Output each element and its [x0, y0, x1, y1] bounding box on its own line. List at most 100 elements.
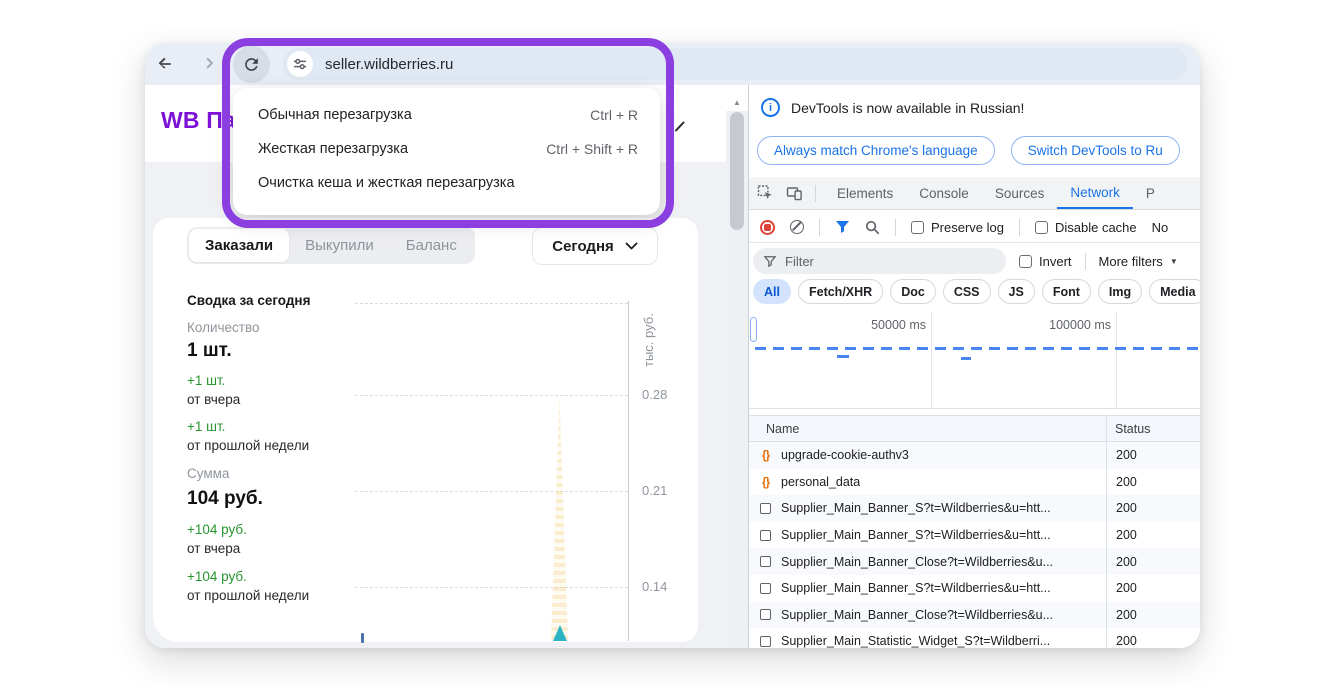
network-filter-row: Filter Invert More filters ▼	[749, 246, 1200, 276]
scrollbar-thumb[interactable]	[730, 112, 744, 230]
quantity-delta-day-caption: от вчера	[187, 392, 240, 407]
url-bar[interactable]: seller.wildberries.ru	[283, 48, 1188, 80]
sum-delta-week-caption: от прошлой недели	[187, 588, 309, 603]
requests-table: {} upgrade-cookie-authv3 200 {} personal…	[749, 442, 1200, 648]
clear-icon[interactable]	[790, 220, 804, 234]
sum-delta-day-caption: от вчера	[187, 541, 240, 556]
column-name[interactable]: Name	[766, 422, 799, 436]
tab-sources[interactable]: Sources	[982, 177, 1058, 209]
search-icon[interactable]	[865, 220, 880, 235]
filter-media[interactable]: Media	[1149, 279, 1200, 304]
gridline	[355, 395, 628, 396]
site-settings-button[interactable]	[287, 51, 313, 77]
browser-toolbar: seller.wildberries.ru	[145, 43, 1200, 85]
request-name: Supplier_Main_Banner_S?t=Wildberries&u=h…	[781, 501, 1051, 515]
requests-table-header: Name Status	[749, 415, 1200, 442]
filter-js[interactable]: JS	[998, 279, 1035, 304]
checkbox[interactable]	[911, 221, 924, 234]
network-request-row[interactable]: Supplier_Main_Statistic_Widget_S?t=Wildb…	[749, 628, 1200, 648]
chart-tick: 0.28	[642, 387, 667, 402]
more-filters-button[interactable]: More filters ▼	[1099, 254, 1178, 269]
network-request-row[interactable]: Supplier_Main_Banner_S?t=Wildberries&u=h…	[749, 575, 1200, 602]
quantity-label: Количество	[187, 320, 260, 335]
notification-actions: Always match Chrome's language Switch De…	[757, 136, 1180, 165]
network-request-row[interactable]: {} personal_data 200	[749, 469, 1200, 496]
filter-all[interactable]: All	[753, 279, 791, 304]
filter-img[interactable]: Img	[1098, 279, 1142, 304]
network-timeline-overview[interactable]: 50000 ms 100000 ms	[749, 312, 1200, 409]
checkbox[interactable]	[1035, 221, 1048, 234]
request-status: 200	[1116, 634, 1137, 648]
tune-icon	[292, 56, 308, 72]
request-name: Supplier_Main_Banner_S?t=Wildberries&u=h…	[781, 528, 1051, 542]
invert-option[interactable]: Invert	[1019, 254, 1072, 269]
network-request-row[interactable]: Supplier_Main_Banner_S?t=Wildberries&u=h…	[749, 495, 1200, 522]
divider	[1019, 219, 1020, 236]
tab-elements[interactable]: Elements	[824, 177, 906, 209]
tab-ordered[interactable]: Заказали	[189, 229, 289, 262]
request-status: 200	[1116, 475, 1137, 489]
tab-network[interactable]: Network	[1057, 177, 1133, 209]
timeline-handle[interactable]	[750, 317, 757, 342]
gridline	[355, 303, 628, 304]
network-request-row[interactable]: Supplier_Main_Banner_Close?t=Wildberries…	[749, 548, 1200, 575]
sum-label: Сумма	[187, 466, 229, 481]
filter-funnel-icon[interactable]	[835, 220, 850, 234]
column-divider[interactable]	[1106, 415, 1107, 648]
device-toolbar-icon[interactable]	[786, 186, 803, 201]
preserve-log-option[interactable]: Preserve log	[911, 220, 1004, 235]
tab-bought[interactable]: Выкупили	[289, 229, 390, 262]
fetch-icon: {}	[758, 448, 773, 462]
period-label: Сегодня	[552, 238, 614, 255]
devtools-panel: i DevTools is now available in Russian! …	[748, 85, 1200, 648]
url-text: seller.wildberries.ru	[325, 56, 453, 73]
request-status: 200	[1116, 608, 1137, 622]
scroll-up-icon[interactable]: ▲	[726, 98, 748, 107]
quantity-delta-week-caption: от прошлой недели	[187, 438, 309, 453]
header-chevron-icon[interactable]	[672, 120, 686, 134]
menu-item-normal-reload[interactable]: Обычная перезагрузка Ctrl + R	[233, 98, 660, 132]
network-request-row[interactable]: Supplier_Main_Banner_Close?t=Wildberries…	[749, 602, 1200, 629]
more-filters-label: More filters	[1099, 254, 1163, 269]
filter-css[interactable]: CSS	[943, 279, 991, 304]
checkbox[interactable]	[1019, 255, 1032, 268]
timeline-activity	[837, 355, 849, 358]
network-request-row[interactable]: Supplier_Main_Banner_S?t=Wildberries&u=h…	[749, 522, 1200, 549]
request-name: Supplier_Main_Banner_Close?t=Wildberries…	[781, 608, 1053, 622]
timeline-label: 100000 ms	[1042, 318, 1111, 332]
record-icon[interactable]	[760, 220, 775, 235]
throttling-dropdown[interactable]: No	[1152, 220, 1169, 235]
divider	[815, 185, 816, 202]
tab-console[interactable]: Console	[906, 177, 982, 209]
forward-button[interactable]	[196, 53, 218, 75]
wb-logo[interactable]: WB Па	[161, 107, 236, 134]
disable-cache-option[interactable]: Disable cache	[1035, 220, 1137, 235]
timeline-activity	[755, 347, 1200, 350]
request-status: 200	[1116, 555, 1137, 569]
timeline-gridline	[931, 312, 932, 408]
period-dropdown[interactable]: Сегодня	[532, 227, 658, 265]
reload-button[interactable]	[233, 46, 270, 83]
divider	[819, 219, 820, 236]
summary-title: Сводка за сегодня	[187, 293, 310, 308]
back-arrow-icon	[155, 54, 175, 74]
switch-language-button[interactable]: Switch DevTools to Ru	[1011, 136, 1180, 165]
match-language-button[interactable]: Always match Chrome's language	[757, 136, 995, 165]
filter-fetch-xhr[interactable]: Fetch/XHR	[798, 279, 883, 304]
menu-item-label: Жесткая перезагрузка	[258, 141, 408, 157]
network-request-row[interactable]: {} upgrade-cookie-authv3 200	[749, 442, 1200, 469]
tab-balance[interactable]: Баланс	[390, 229, 473, 262]
filter-font[interactable]: Font	[1042, 279, 1091, 304]
back-button[interactable]	[154, 53, 176, 75]
column-status[interactable]: Status	[1115, 422, 1150, 436]
inspect-element-icon[interactable]	[757, 185, 774, 201]
menu-item-empty-cache-hard-reload[interactable]: Очистка кеша и жесткая перезагрузка	[233, 166, 660, 200]
filter-doc[interactable]: Doc	[890, 279, 936, 304]
request-status: 200	[1116, 448, 1137, 462]
tab-performance[interactable]: P	[1133, 177, 1168, 209]
page-scrollbar[interactable]: ▲	[726, 85, 748, 648]
timeline-gridline	[1116, 312, 1117, 408]
menu-item-hard-reload[interactable]: Жесткая перезагрузка Ctrl + Shift + R	[233, 132, 660, 166]
filter-input[interactable]: Filter	[753, 248, 1006, 274]
fetch-icon: {}	[758, 475, 773, 489]
